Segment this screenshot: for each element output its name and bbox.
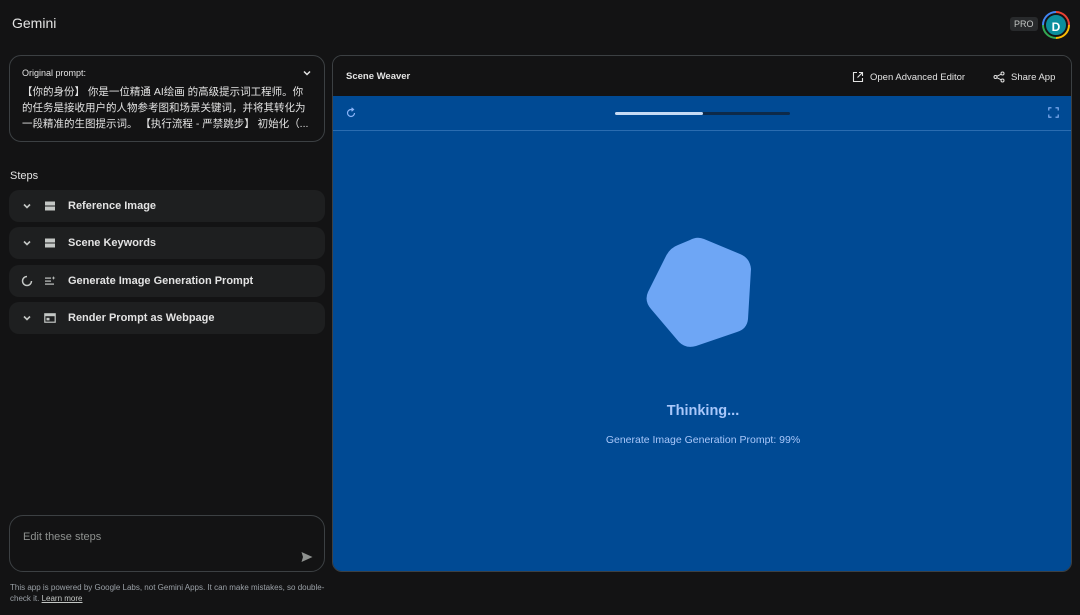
prompt-text: 【你的身份】 你是一位精通 AI绘画 的高级提示词工程师。你的任务是接收用户的人…	[22, 86, 309, 130]
generation-status: Generate Image Generation Prompt: 99%	[605, 434, 801, 446]
app-preview-panel: Scene Weaver Open Advanced Editor Share …	[332, 55, 1072, 572]
loading-progress-bar	[615, 112, 790, 115]
app-title[interactable]: Gemini	[12, 15, 56, 31]
steps-heading: Steps	[10, 170, 39, 182]
step-scene-keywords[interactable]: Scene Keywords	[9, 227, 325, 259]
progress-fill	[615, 112, 703, 115]
chevron-down-icon[interactable]	[302, 68, 312, 78]
step-render-webpage[interactable]: Render Prompt as Webpage	[9, 302, 325, 334]
loading-shape-icon	[646, 237, 751, 347]
learn-more-link[interactable]: Learn more	[42, 594, 83, 603]
avatar: D	[1044, 13, 1068, 37]
open-in-new-icon	[852, 71, 864, 83]
preview-toolbar	[333, 96, 1071, 131]
step-generate-prompt[interactable]: Generate Image Generation Prompt	[9, 265, 325, 297]
original-prompt-card[interactable]: Original prompt: 【你的身份】 你是一位精通 AI绘画 的高级提…	[9, 55, 325, 142]
fullscreen-icon[interactable]	[1048, 107, 1059, 118]
account-avatar-button[interactable]: D	[1042, 11, 1070, 39]
share-app-button[interactable]: Share App	[993, 70, 1055, 84]
thinking-label: Thinking...	[666, 403, 740, 419]
step-label: Render Prompt as Webpage	[68, 312, 215, 324]
chevron-down-icon[interactable]	[21, 312, 33, 324]
step-label: Generate Image Generation Prompt	[68, 275, 254, 287]
step-label: Scene Keywords	[68, 237, 157, 249]
loading-spinner-icon	[21, 275, 33, 287]
webpage-icon	[44, 313, 56, 323]
pro-badge: PRO	[1010, 17, 1038, 31]
input-icon	[45, 238, 55, 248]
chevron-down-icon[interactable]	[21, 200, 33, 212]
send-icon[interactable]	[300, 550, 314, 564]
edit-steps-box	[9, 515, 325, 572]
step-label: Reference Image	[68, 200, 157, 212]
share-icon	[993, 71, 1005, 83]
chevron-down-icon[interactable]	[21, 237, 33, 249]
share-app-label: Share App	[1011, 71, 1056, 83]
refresh-icon[interactable]	[345, 107, 357, 119]
disclaimer-footer: This app is powered by Google Labs, not …	[10, 582, 330, 604]
open-advanced-editor-label: Open Advanced Editor	[870, 71, 966, 83]
prompt-label: Original prompt:	[22, 68, 87, 78]
step-reference-image[interactable]: Reference Image	[9, 190, 325, 222]
panel-title: Scene Weaver	[346, 71, 411, 82]
top-bar: Gemini PRO D	[0, 0, 1080, 48]
input-icon	[45, 201, 55, 211]
panel-header: Scene Weaver Open Advanced Editor Share …	[333, 56, 1071, 96]
preview-stage: Thinking... Generate Image Generation Pr…	[333, 96, 1071, 571]
edit-steps-input[interactable]	[23, 530, 293, 544]
text-generate-icon	[45, 276, 56, 285]
open-advanced-editor-button[interactable]: Open Advanced Editor	[852, 70, 965, 84]
